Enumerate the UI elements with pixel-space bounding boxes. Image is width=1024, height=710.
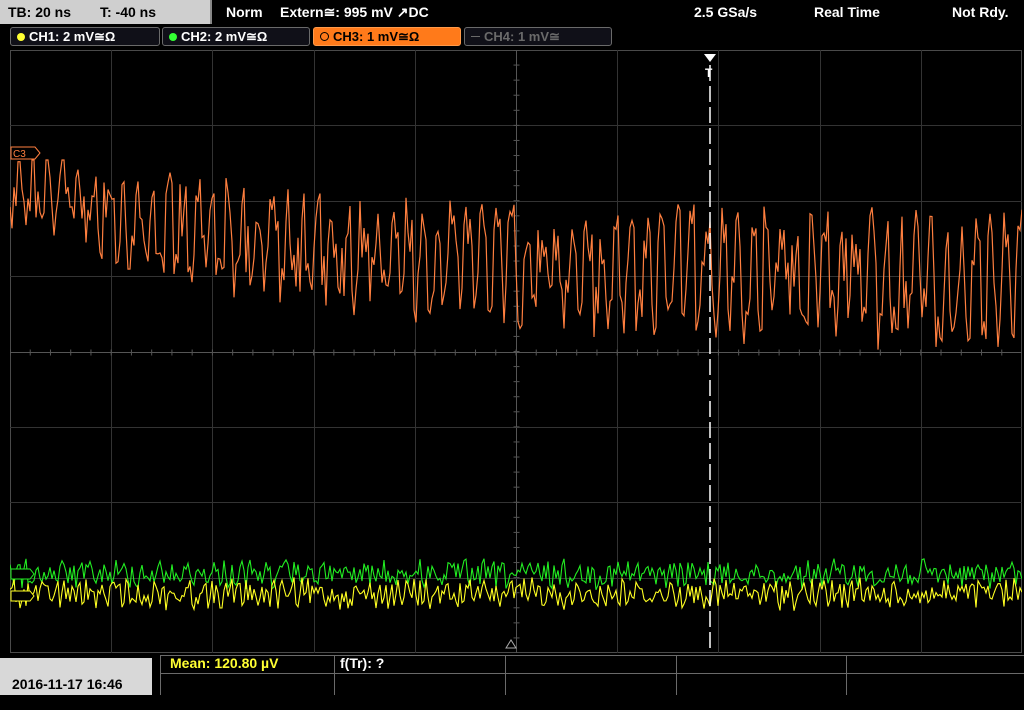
channel-3-marker-label: C3 [13, 149, 26, 160]
channel-1-dot-icon [17, 33, 25, 41]
measure-divider-top [160, 655, 1024, 656]
measurement-frequency[interactable]: f(Tr): ? [340, 655, 384, 671]
channel-1-label: CH1: 2 mV≅Ω [29, 29, 116, 44]
channel-3-button[interactable]: CH3: 1 mV≅Ω [313, 27, 461, 46]
measurement-mean[interactable]: Mean: 120.80 µV [170, 655, 278, 671]
channel-1-button[interactable]: CH1: 2 mV≅Ω [10, 27, 160, 46]
channel-2-label: CH2: 2 mV≅Ω [181, 29, 268, 44]
acquisition-status: Not Rdy. [952, 4, 1009, 20]
channel-4-label: CH4: 1 mV≅ [484, 29, 560, 44]
channel-bar: CH1: 2 mV≅Ω CH2: 2 mV≅Ω CH3: 1 mV≅Ω CH4:… [0, 25, 1024, 49]
trigger-marker: T [705, 66, 713, 80]
channel-2-dot-icon [169, 33, 177, 41]
measure-divider-3 [676, 655, 677, 695]
top-status-bar: TB: 20 ns T: -40 ns Norm Extern≅: 995 mV… [0, 0, 1024, 25]
measure-divider-left [160, 655, 161, 695]
channel-1-level-marker[interactable] [10, 590, 35, 602]
bottom-status-bar [0, 655, 1024, 695]
trigger-source[interactable]: Extern≅: 995 mV ↗DC [280, 0, 429, 24]
measure-divider-1 [334, 655, 335, 695]
sample-rate: 2.5 GSa/s [694, 4, 758, 20]
timebase-label: TB: 20 ns [8, 4, 72, 20]
trigger-mode[interactable]: Norm [226, 0, 263, 24]
measure-divider-4 [846, 655, 847, 695]
measure-divider-2 [505, 655, 506, 695]
date-time: 2016-11-17 16:46 [0, 658, 152, 695]
channel-4-off-icon [471, 36, 480, 37]
measure-divider-mid [160, 673, 1024, 674]
channel-2-level-marker[interactable] [10, 568, 35, 580]
trigger-time-label: T: -40 ns [100, 4, 157, 20]
waveform-display[interactable]: T C3 [10, 50, 1022, 653]
channel-2-button[interactable]: CH2: 2 mV≅Ω [162, 27, 310, 46]
acquisition-mode[interactable]: Real Time [814, 0, 880, 24]
channel-4-button[interactable]: CH4: 1 mV≅ [464, 27, 612, 46]
channel-3-dot-icon [320, 32, 329, 41]
timebase-panel[interactable]: TB: 20 ns T: -40 ns [0, 0, 212, 24]
channel-3-label: CH3: 1 mV≅Ω [333, 29, 420, 44]
